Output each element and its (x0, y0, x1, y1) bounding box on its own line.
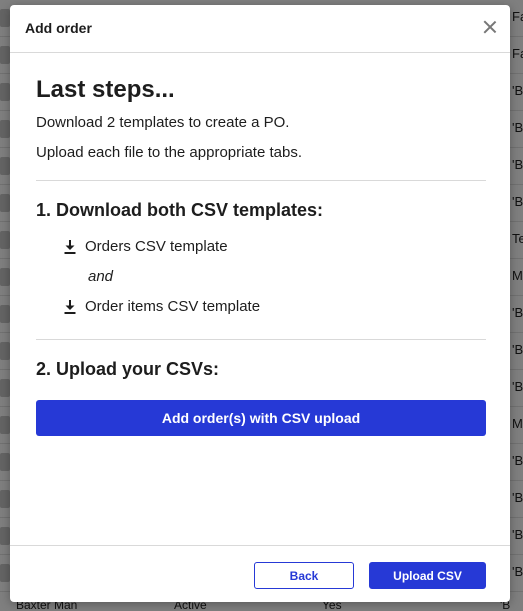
add-order-modal: Add order Last steps... Download 2 templ… (10, 5, 510, 602)
modal-footer: Back Upload CSV (10, 545, 510, 602)
back-button[interactable]: Back (254, 562, 354, 589)
order-items-csv-template-label: Order items CSV template (85, 298, 261, 315)
modal-header: Add order (10, 5, 510, 53)
download-icon (64, 239, 76, 254)
modal-title: Add order (25, 20, 92, 36)
page-heading: Last steps... (36, 76, 175, 103)
add-orders-csv-upload-button[interactable]: Add order(s) with CSV upload (36, 400, 486, 436)
step1-title: 1. Download both CSV templates: (36, 200, 324, 220)
orders-csv-template-link[interactable]: Orders CSV template (64, 238, 228, 255)
download-icon (64, 299, 76, 314)
divider (36, 339, 486, 340)
instruction-upload: Upload each file to the appropriate tabs… (36, 144, 303, 161)
close-icon[interactable] (482, 19, 498, 35)
instruction-download: Download 2 templates to create a PO. (36, 114, 290, 131)
divider (36, 180, 486, 181)
step2-title: 2. Upload your CSVs: (36, 359, 220, 379)
orders-csv-template-label: Orders CSV template (85, 238, 228, 255)
and-text: and (88, 268, 114, 285)
order-items-csv-template-link[interactable]: Order items CSV template (64, 298, 260, 315)
upload-csv-button[interactable]: Upload CSV (369, 562, 486, 589)
